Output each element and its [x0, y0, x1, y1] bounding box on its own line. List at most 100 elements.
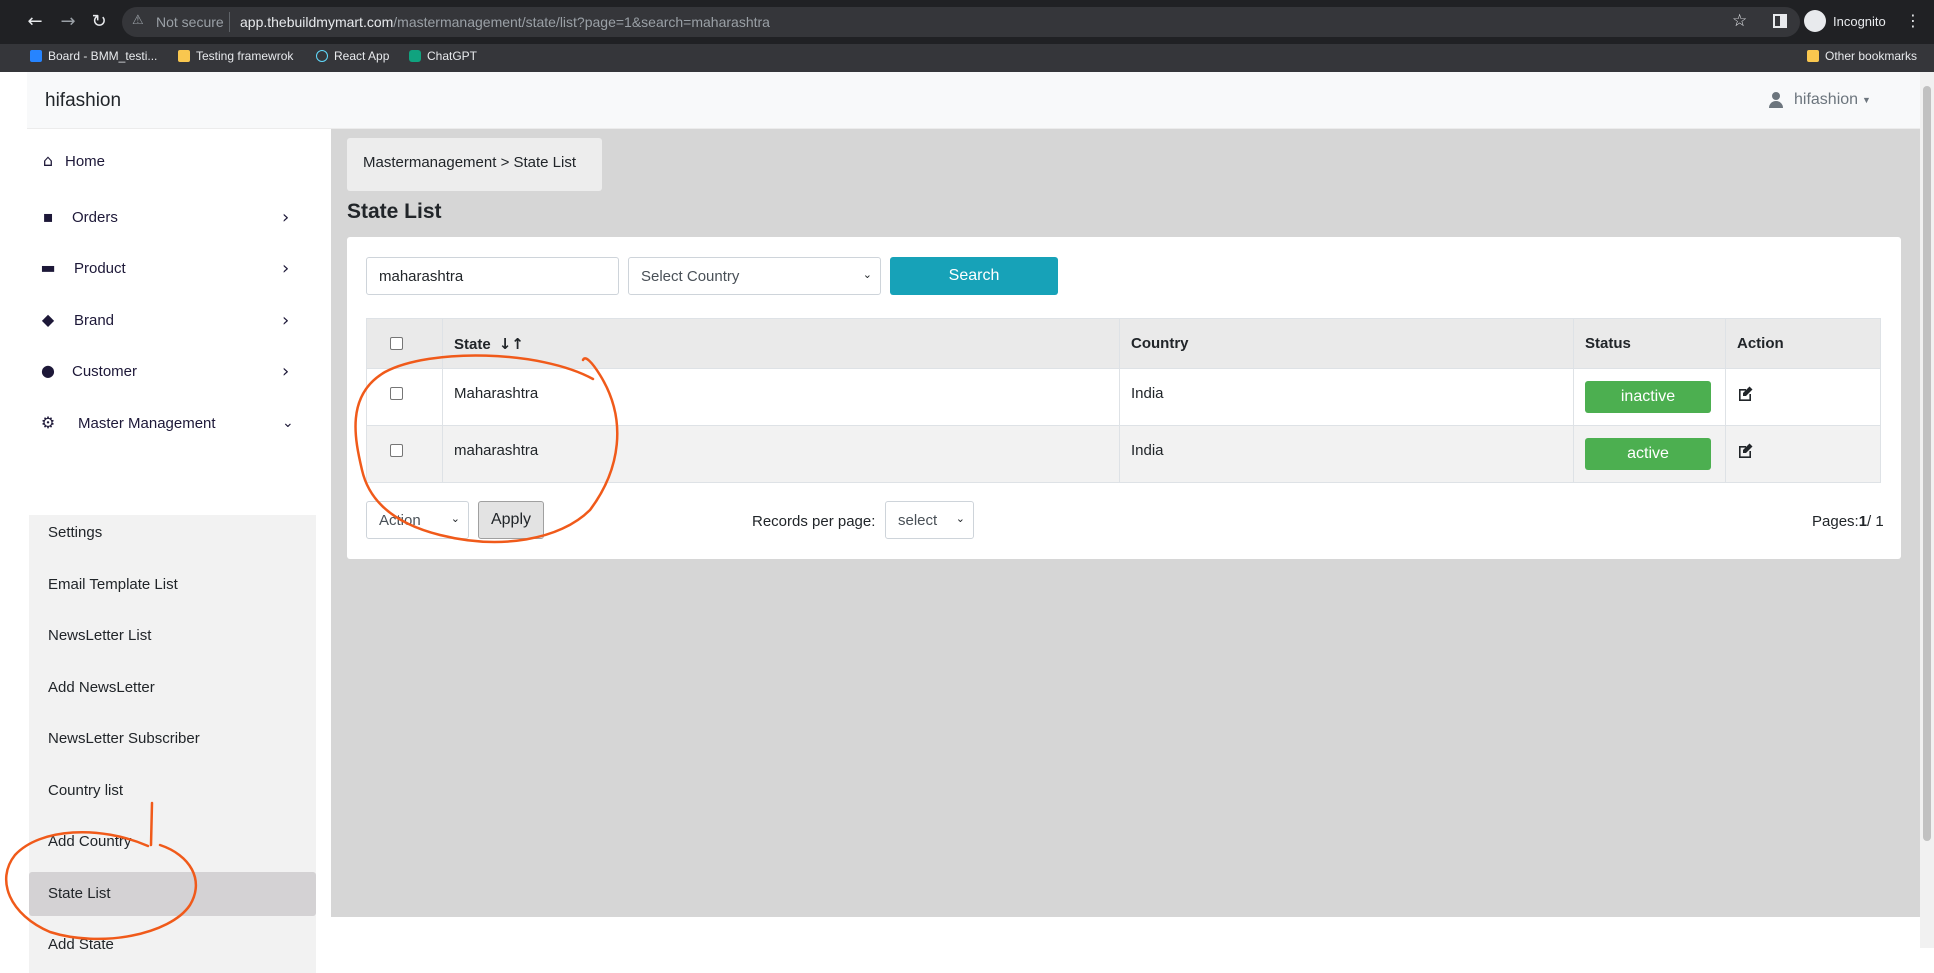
url-text[interactable]: app.thebuildmymart.com/mastermanagement/… [240, 14, 770, 30]
user-menu[interactable]: hifashion ▼ [1768, 91, 1871, 109]
row-select-cell [366, 368, 443, 426]
breadcrumb-text[interactable]: Mastermanagement > State List [363, 154, 576, 171]
submenu-item-newsletter-list[interactable]: NewsLetter List [29, 614, 316, 658]
chevron-right-icon: › [282, 309, 290, 331]
bulk-action-value: Action [379, 511, 421, 529]
reload-icon[interactable]: ↻ [89, 12, 109, 32]
user-name: hifashion [1794, 91, 1859, 108]
sidebar-item-orders[interactable]: ▪ Orders › [27, 197, 330, 237]
action-cell [1725, 425, 1881, 483]
caret-down-icon: ▼ [1862, 95, 1871, 105]
user-icon [1768, 92, 1784, 108]
shopping-bag-icon: ▪ [42, 207, 54, 226]
back-icon[interactable]: ← [25, 12, 45, 32]
app-root: hifashion hifashion ▼ ⌂ Home ▪ Orders › … [27, 72, 1920, 973]
other-bookmarks[interactable]: Other bookmarks [1807, 49, 1917, 63]
scroll-thumb[interactable] [1923, 86, 1931, 841]
column-header-action: Action [1725, 318, 1881, 369]
table-row: Maharashtra India inactive [366, 368, 1881, 426]
submenu-item-state-list[interactable]: State List [29, 872, 316, 916]
column-header-state[interactable]: State ↓↑ [442, 318, 1120, 369]
state-list-card: Select Country ⌄ Search State↓↑ Country … [347, 237, 1901, 559]
submenu-item-email-template-list[interactable]: Email Template List [29, 563, 316, 607]
folder-icon [1807, 50, 1819, 62]
chatgpt-icon [409, 50, 421, 62]
sidebar-item-master-management[interactable]: ⚙ Master Management ⌄ [27, 403, 330, 443]
page-title: State List [347, 200, 442, 223]
archive-box-icon: ▬ [40, 258, 56, 277]
edit-icon[interactable] [1737, 385, 1753, 401]
sidebar-item-label: Customer [72, 362, 138, 380]
user-icon: ● [41, 361, 55, 380]
bookmark-item[interactable]: Testing framewrok [178, 49, 293, 63]
submenu-item-settings[interactable]: Settings [29, 511, 316, 555]
sort-icon[interactable]: ↓↑ [499, 335, 524, 353]
profile-label[interactable]: Incognito [1833, 14, 1886, 29]
column-header-status: Status [1573, 318, 1726, 369]
tags-icon: ◆ [41, 310, 55, 329]
records-per-page-label: Records per page: [752, 513, 876, 530]
incognito-icon[interactable] [1804, 10, 1826, 32]
row-select-cell [366, 425, 443, 483]
bookmark-item[interactable]: ChatGPT [409, 49, 477, 63]
security-label: Not secure [156, 14, 224, 30]
browser-menu-icon[interactable]: ⋮ [1905, 11, 1921, 30]
home-icon: ⌂ [42, 151, 54, 170]
status-cell: active [1573, 425, 1726, 483]
brand-name[interactable]: hifashion [45, 90, 121, 112]
divider [229, 12, 230, 32]
chevron-right-icon: › [282, 257, 290, 279]
browser-toolbar: ← → ↻ ⚠ Not secure app.thebuildmymart.co… [0, 0, 1934, 44]
chevron-right-icon: › [282, 360, 290, 382]
submenu-item-add-state[interactable]: Add State [29, 923, 316, 967]
forward-icon[interactable]: → [58, 12, 78, 32]
bookmark-star-icon[interactable]: ☆ [1732, 11, 1747, 31]
sidebar-item-product[interactable]: ▬ Product › [27, 248, 330, 288]
country-cell: India [1119, 425, 1574, 483]
search-button[interactable]: Search [890, 257, 1058, 295]
action-cell [1725, 368, 1881, 426]
chevron-right-icon: › [282, 206, 290, 228]
row-checkbox[interactable] [390, 387, 403, 400]
chevron-down-icon: ⌄ [450, 512, 460, 525]
warning-icon: ⚠ [132, 13, 144, 28]
country-select-value: Select Country [641, 267, 740, 285]
country-select[interactable]: Select Country ⌄ [628, 257, 881, 295]
table-header-row: State ↓↑ Country Status Action [366, 318, 1881, 369]
user-gear-icon: ⚙ [40, 413, 56, 432]
search-input[interactable] [366, 257, 619, 295]
status-badge[interactable]: inactive [1585, 381, 1711, 413]
chevron-down-icon: ⌄ [955, 512, 965, 525]
breadcrumb: Mastermanagement > State List [347, 138, 602, 191]
records-per-page-select[interactable]: select ⌄ [885, 501, 974, 539]
react-icon [316, 50, 328, 62]
sidebar-item-customer[interactable]: ● Customer › [27, 351, 330, 391]
sidebar-item-label: Product [74, 259, 126, 277]
records-select-value: select [898, 511, 938, 529]
apply-button[interactable]: Apply [478, 501, 544, 539]
bookmark-item[interactable]: Board - BMM_testi... [30, 49, 157, 63]
jira-icon [30, 50, 42, 62]
submenu-item-add-country[interactable]: Add Country [29, 820, 316, 864]
state-cell: maharashtra [442, 425, 1120, 483]
edit-icon[interactable] [1737, 442, 1753, 458]
side-panel-icon[interactable] [1773, 14, 1787, 28]
master-management-submenu: Settings Email Template List NewsLetter … [29, 515, 316, 973]
submenu-item-add-newsletter[interactable]: Add NewsLetter [29, 666, 316, 710]
row-checkbox[interactable] [390, 444, 403, 457]
sidebar-item-label: Orders [72, 208, 118, 226]
status-cell: inactive [1573, 368, 1726, 426]
sidebar-item-home[interactable]: ⌂ Home [27, 141, 330, 181]
bulk-action-select[interactable]: Action ⌄ [366, 501, 469, 539]
sidebar-item-brand[interactable]: ◆ Brand › [27, 300, 330, 340]
sidebar-item-label: Brand [74, 311, 115, 329]
select-all-checkbox[interactable] [390, 337, 403, 350]
page-scrollbar[interactable] [1920, 72, 1934, 948]
status-badge[interactable]: active [1585, 438, 1711, 470]
submenu-item-country-list[interactable]: Country list [29, 769, 316, 813]
chevron-down-icon: ⌄ [862, 268, 872, 281]
pagination-info: Pages:1/ 1 [1812, 513, 1884, 530]
select-all-cell [366, 318, 443, 369]
bookmark-item[interactable]: React App [316, 49, 389, 63]
submenu-item-newsletter-subscriber[interactable]: NewsLetter Subscriber [29, 717, 316, 761]
